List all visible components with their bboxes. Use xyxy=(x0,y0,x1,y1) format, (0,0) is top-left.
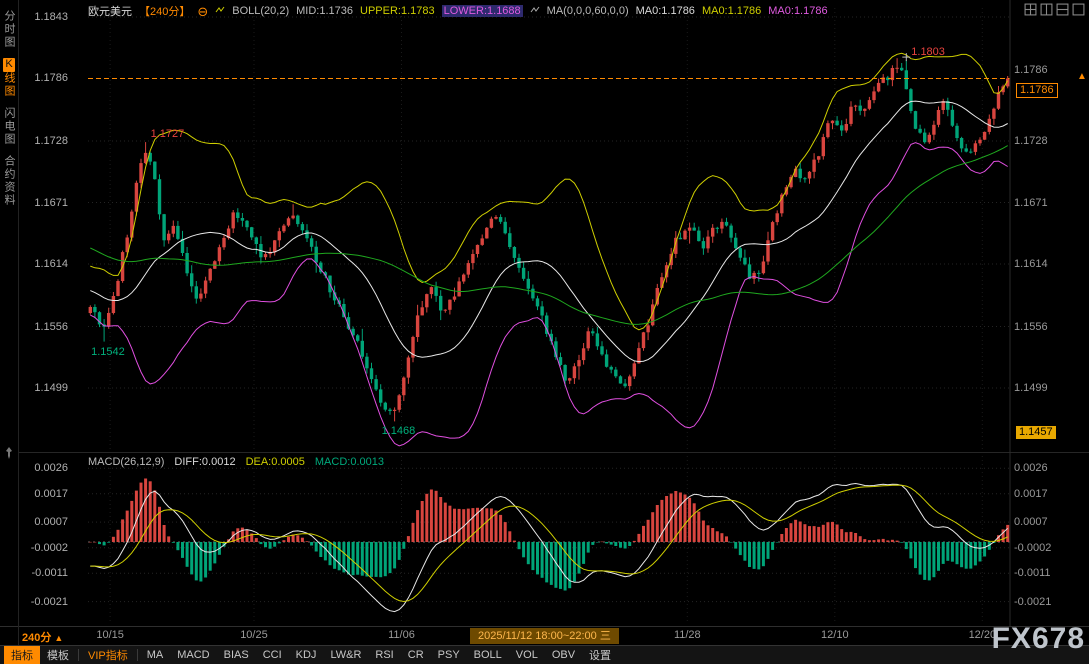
boll-lower-value: LOWER:1.1688 xyxy=(442,5,523,17)
macd-tick-right: 0.0026 xyxy=(1014,462,1048,475)
chart-type-sidebar: 分时图 K线图闪电图合约资料 xyxy=(0,0,18,664)
ma0-value-2: MA0:1.1786 xyxy=(702,5,761,17)
macd-tick-right: 0.0017 xyxy=(1014,488,1048,501)
x-axis-date: 11/28 xyxy=(674,629,701,641)
vertical-split-icon[interactable] xyxy=(1040,3,1053,16)
price-tick-left: 1.1786 xyxy=(18,72,68,85)
x-axis-date: 10/15 xyxy=(96,629,124,641)
current-price-tag: 1.1786 xyxy=(1016,83,1058,98)
axis-labels-layer: 1.1843 1.1786 1.1728 1.1671 1.1614 1.1556 1.14… xyxy=(0,0,1089,664)
macd-tick-right: -0.0011 xyxy=(1014,567,1051,580)
macd-tick-left: -0.0011 xyxy=(18,567,68,580)
boll-indicator-icon xyxy=(215,5,225,18)
time-axis-row: 240分▲ 2025/11/12 18:00~22:00 三 10/15 10/2… xyxy=(0,627,1089,645)
price-annotation: 1.1727 xyxy=(151,128,185,141)
toolbar-item-templates[interactable]: 模板 xyxy=(40,646,76,664)
macd-label: MACD(26,12,9) xyxy=(88,456,164,468)
sidebar-item-time-share-chart[interactable]: 分时图 xyxy=(1,10,17,49)
price-tick-left: 1.1499 xyxy=(18,382,68,395)
toolbar-item-cci[interactable]: CCI xyxy=(256,648,289,662)
price-tick-right: 1.1556 xyxy=(1014,321,1048,334)
price-tick-left: 1.1728 xyxy=(18,135,68,148)
toolbar-item-vol[interactable]: VOL xyxy=(509,648,545,662)
indicator-toolbar: 指标模板 VIP指标 MAMACDBIASCCIKDJLW&RRSICRPSYBOL… xyxy=(0,645,1089,664)
x-axis-date: 12/10 xyxy=(821,629,849,641)
collapse-icon[interactable]: ⊖ xyxy=(197,5,208,18)
toolbar-item-psy[interactable]: PSY xyxy=(431,648,467,662)
price-annotation: 1.1468 xyxy=(382,425,416,438)
single-window-icon[interactable] xyxy=(1072,3,1085,16)
macd-tick-right: -0.0002 xyxy=(1014,542,1051,555)
macd-tick-left: 0.0026 xyxy=(18,462,68,475)
toolbar-item-ma[interactable]: MA xyxy=(140,648,171,662)
window-layout-icons xyxy=(1024,3,1085,16)
chevron-up-icon: ▲ xyxy=(54,633,63,643)
sidebar-item-kline-chart[interactable]: K线图 xyxy=(1,58,17,98)
macd-tick-right: 0.0007 xyxy=(1014,516,1048,529)
pin-icon[interactable] xyxy=(3,446,15,465)
price-tick-left: 1.1671 xyxy=(18,197,68,210)
toolbar-item-obv[interactable]: OBV xyxy=(545,648,582,662)
macd-tick-left: -0.0002 xyxy=(18,542,68,555)
toolbar-item-cr[interactable]: CR xyxy=(401,648,431,662)
macd-tick-left: 0.0017 xyxy=(18,488,68,501)
period-selector[interactable]: 240分▲ xyxy=(22,629,63,645)
price-annotation: 1.1803 xyxy=(911,46,945,59)
price-arrow-icon: ▲ xyxy=(1077,70,1087,83)
price-tick-right: 1.1786 xyxy=(1014,64,1048,77)
period-selector-label: 240分 xyxy=(22,632,51,644)
toolbar-item-vip-indicators[interactable]: VIP指标 xyxy=(81,646,135,664)
boll-label: BOLL(20,2) xyxy=(232,5,289,17)
ma0-value-1: MA0:1.1786 xyxy=(636,5,695,17)
toolbar-item-boll[interactable]: BOLL xyxy=(467,648,509,662)
toolbar-item-rsi[interactable]: RSI xyxy=(368,648,400,662)
macd-dea-value: DEA:0.0005 xyxy=(246,456,305,468)
ma-indicator-icon xyxy=(530,5,540,18)
price-tick-right: 1.1671 xyxy=(1014,197,1048,210)
toolbar-divider xyxy=(137,649,138,661)
toolbar-item-kdj[interactable]: KDJ xyxy=(289,648,324,662)
trading-app-window: 1.1843 1.1786 1.1728 1.1671 1.1614 1.1556 1.14… xyxy=(0,0,1089,664)
toolbar-item-settings[interactable]: 设置 xyxy=(582,646,618,664)
toolbar-item-lwr[interactable]: LW&R xyxy=(323,648,368,662)
toolbar-item-bias[interactable]: BIAS xyxy=(217,648,256,662)
boll-upper-value: UPPER:1.1783 xyxy=(360,5,435,17)
price-tick-right: 1.1614 xyxy=(1014,258,1048,271)
macd-diff-value: DIFF:0.0012 xyxy=(174,456,235,468)
toolbar-divider xyxy=(78,649,79,661)
x-axis-date: 10/25 xyxy=(240,629,268,641)
chart-header: 欧元美元 【240分】 ⊖ BOLL(20,2) MID:1.1736 UPPE… xyxy=(88,0,828,22)
ma-label: MA(0,0,0,60,0,0) xyxy=(547,5,629,17)
toolbar-item-indicators[interactable]: 指标 xyxy=(4,646,40,664)
sidebar-item-flash-chart[interactable]: 闪电图 xyxy=(1,107,17,146)
period-label[interactable]: 【240分】 xyxy=(139,3,190,19)
price-annotation: 1.1542 xyxy=(91,346,125,359)
macd-macd-value: MACD:0.0013 xyxy=(315,456,384,468)
macd-tick-left: 0.0007 xyxy=(18,516,68,529)
price-tick-left: 1.1843 xyxy=(18,11,68,24)
horizontal-split-icon[interactable] xyxy=(1056,3,1069,16)
price-tick-left: 1.1614 xyxy=(18,258,68,271)
macd-header: MACD(26,12,9) DIFF:0.0012 DEA:0.0005 MAC… xyxy=(88,456,384,468)
price-tick-right: 1.1499 xyxy=(1014,382,1048,395)
price-tick-left: 1.1556 xyxy=(18,321,68,334)
watermark: FX678 xyxy=(992,622,1085,656)
crosshair-info: 2025/11/12 18:00~22:00 三 xyxy=(470,628,619,644)
symbol-name: 欧元美元 xyxy=(88,3,132,19)
ma0-value-3: MA0:1.1786 xyxy=(768,5,827,17)
grid-layout-icon[interactable] xyxy=(1024,3,1037,16)
period-low-tag: 1.1457 xyxy=(1016,426,1056,439)
price-tick-right: 1.1728 xyxy=(1014,135,1048,148)
macd-tick-right: -0.0021 xyxy=(1014,596,1051,609)
toolbar-item-macd[interactable]: MACD xyxy=(170,648,216,662)
boll-mid-value: MID:1.1736 xyxy=(296,5,353,17)
sidebar-item-contract-info[interactable]: 合约资料 xyxy=(1,155,17,207)
macd-tick-left: -0.0021 xyxy=(18,596,68,609)
x-axis-date: 11/06 xyxy=(388,629,415,641)
